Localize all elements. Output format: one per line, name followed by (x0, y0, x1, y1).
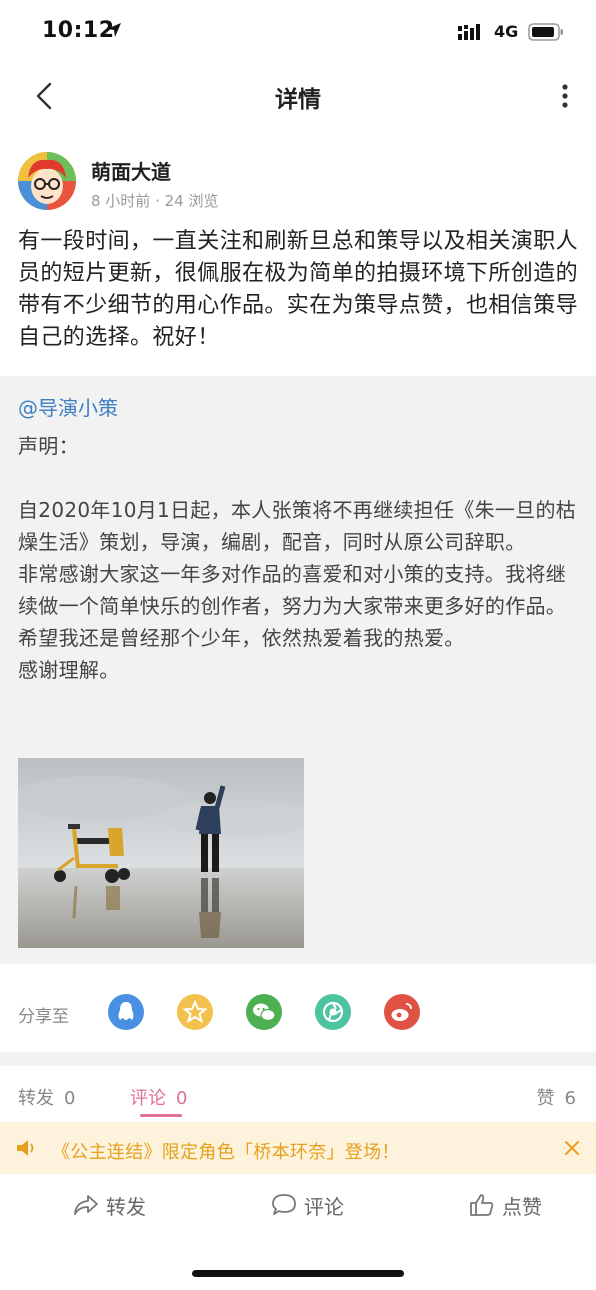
section-divider (0, 1052, 596, 1066)
author-name[interactable]: 萌面大道 (91, 156, 171, 185)
share-arrow-icon (74, 1195, 98, 1215)
close-icon[interactable] (562, 1138, 582, 1158)
qzone-icon (182, 999, 208, 1024)
announcement-text: 《公主连结》限定角色「桥本环奈」登场！ (52, 1142, 400, 1163)
home-indicator[interactable] (192, 1270, 404, 1277)
tab-repost-label: 转发 (18, 1088, 54, 1109)
active-tab-indicator (140, 1114, 182, 1117)
quoted-post-image[interactable] (18, 758, 304, 948)
tab-comment[interactable]: 评论 0 (130, 1084, 187, 1110)
speaker-icon (17, 1140, 34, 1156)
wechat-icon (253, 1003, 276, 1022)
network-type: 4G (494, 22, 519, 41)
location-arrow-icon (107, 23, 121, 37)
interaction-tabs: 转发 0 评论 0 赞6 (0, 1066, 596, 1122)
page-title: 详情 (275, 87, 321, 113)
post-meta: 8 小时前 · 24 浏览 (91, 192, 219, 210)
announcement-banner[interactable]: 《公主连结》限定角色「桥本环奈」登场！ (0, 1122, 596, 1174)
tab-like-count: 6 (564, 1088, 576, 1109)
share-qq-button[interactable] (108, 994, 144, 1030)
nav-bar: 详情 (0, 64, 596, 128)
comment-bubble-icon (272, 1194, 296, 1215)
tab-repost[interactable]: 转发 0 (18, 1084, 75, 1110)
mention-link[interactable]: @导演小策 (18, 392, 118, 421)
comment-button[interactable]: 评论 (270, 1190, 344, 1220)
moments-icon (322, 1001, 344, 1023)
tab-repost-count: 0 (64, 1088, 76, 1109)
status-time: 10:12 (42, 18, 115, 43)
quoted-post[interactable]: @导演小策 声明： 自2020年10月1日起，本人张策将不再继续担任《朱一旦的枯… (0, 376, 596, 964)
avatar-cartoon-icon (18, 152, 76, 210)
share-row: 分享至 (0, 986, 596, 1040)
share-label: 分享至 (18, 1007, 69, 1027)
weibo-icon (391, 1003, 412, 1021)
tab-comment-count: 0 (176, 1088, 188, 1109)
quoted-post-text: 声明： 自2020年10月1日起，本人张策将不再继续担任《朱一旦的枯燥生活》策划… (18, 434, 577, 682)
like-button-label: 点赞 (502, 1194, 542, 1219)
comment-button-label: 评论 (304, 1194, 344, 1219)
like-button[interactable]: 点赞 (468, 1190, 542, 1220)
share-weibo-button[interactable] (384, 994, 420, 1030)
share-moments-button[interactable] (315, 994, 351, 1030)
more-options-button[interactable] (554, 80, 576, 112)
author-header: 萌面大道 8 小时前 · 24 浏览 (18, 152, 578, 216)
thumbs-up-icon (470, 1194, 494, 1216)
beach-photo (18, 758, 304, 948)
share-qzone-button[interactable] (177, 994, 213, 1030)
tab-like[interactable]: 赞6 (537, 1084, 576, 1110)
tab-like-label: 赞 (536, 1088, 555, 1109)
battery-icon (528, 23, 563, 41)
repost-button[interactable]: 转发 (72, 1190, 146, 1220)
bottom-action-bar: 转发 评论 点赞 (0, 1176, 596, 1236)
post-text: 有一段时间，一直关注和刷新旦总和策导以及相关演职人员的短片更新，很佩服在极为简单… (18, 229, 579, 350)
share-wechat-button[interactable] (246, 994, 282, 1030)
signal-icon (458, 24, 480, 40)
repost-button-label: 转发 (106, 1194, 146, 1219)
avatar[interactable] (18, 152, 76, 210)
qq-icon (118, 1002, 134, 1020)
status-bar: 10:12 4G (0, 0, 596, 64)
tab-comment-label: 评论 (130, 1088, 166, 1109)
